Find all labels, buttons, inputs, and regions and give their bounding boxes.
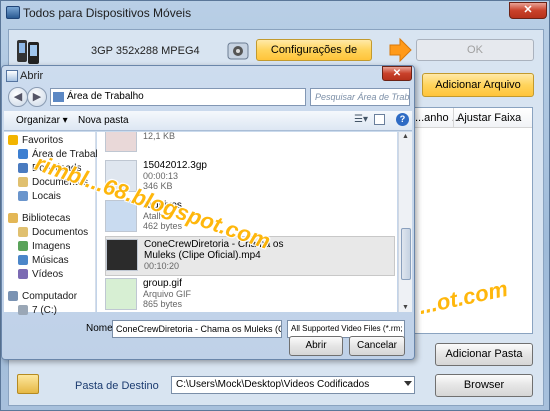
nav-item-label: Computador: [22, 291, 78, 302]
phone-icon: [15, 38, 41, 66]
file-thumbnail-icon: [105, 278, 137, 310]
scroll-up-icon[interactable]: ▲: [402, 133, 409, 140]
nav-item-label: Vídeos: [32, 269, 64, 280]
filename-input[interactable]: ConeCrewDiretoria - Chama os Muleks (Cli…: [112, 320, 282, 338]
videos-icon: [18, 269, 28, 279]
libraries-icon: [8, 213, 18, 223]
file-meta: 12,1 KB: [143, 132, 176, 141]
organize-menu[interactable]: Organizar ▾: [16, 115, 68, 126]
close-button[interactable]: ✕: [509, 2, 547, 19]
ok-button[interactable]: OK: [416, 39, 534, 61]
dialog-toolbar: Organizar ▾ Nova pasta ☰▾ ?: [4, 111, 412, 131]
add-file-button[interactable]: Adicionar Arquivo: [422, 73, 534, 97]
window-title: Todos para Dispositivos Móveis: [23, 6, 192, 20]
dialog-close-button[interactable]: ✕: [382, 66, 412, 81]
scroll-down-icon[interactable]: ▼: [402, 304, 409, 311]
file-meta-2: 865 bytes: [143, 299, 183, 309]
open-button[interactable]: Abrir: [289, 336, 343, 356]
file-item[interactable]: group.gif Arquivo GIF 865 bytes: [105, 276, 395, 312]
computer-icon: [8, 291, 18, 301]
forward-icon[interactable]: ▶: [27, 87, 47, 107]
back-icon[interactable]: ◀: [8, 87, 28, 107]
profile-label: 3GP 352x288 MPEG4: [91, 45, 200, 57]
browse-button[interactable]: Browser: [435, 374, 533, 397]
documents-icon: [18, 177, 28, 187]
column-adjust-range[interactable]: Ajustar Faixa: [457, 112, 521, 124]
music-icon: [18, 255, 28, 265]
output-settings-button[interactable]: Configurações de Saída: [256, 39, 372, 76]
desktop-icon: [18, 149, 28, 159]
file-name: 15042012.3gp: [143, 160, 207, 171]
destination-path-select[interactable]: C:\Users\Mock\Desktop\Videos Codificados: [171, 376, 415, 394]
nav-item-label: 7 (C:): [32, 305, 57, 316]
dialog-title: Abrir: [20, 70, 44, 82]
desktop-icon: [53, 92, 64, 102]
help-icon[interactable]: ?: [396, 113, 409, 126]
downloads-icon: [18, 163, 28, 173]
drive-icon: [18, 305, 28, 315]
file-thumbnail-icon: [106, 239, 138, 271]
destination-path-value: C:\Users\Mock\Desktop\Videos Codificados: [176, 379, 370, 390]
search-input[interactable]: Pesquisar Área de Trabalho: [310, 88, 410, 106]
add-folder-button[interactable]: Adicionar Pasta: [435, 343, 533, 366]
app-icon: [6, 6, 20, 19]
view-options-icon[interactable]: ☰▾: [354, 114, 368, 125]
star-icon: [8, 135, 18, 145]
nav-item-label: Músicas: [32, 255, 69, 266]
places-icon: [18, 191, 28, 201]
nav-item-label: Documentos: [32, 227, 89, 238]
preview-pane-icon[interactable]: [374, 114, 385, 125]
cancel-button[interactable]: Cancelar: [349, 336, 405, 356]
file-thumbnail-icon: [105, 132, 137, 152]
nav-item-label: Locais: [32, 191, 61, 202]
file-name: group.gif: [143, 278, 182, 289]
scrollbar[interactable]: ▲ ▼: [398, 132, 412, 312]
address-bar[interactable]: Área de Trabalho ⟳: [50, 88, 349, 106]
nav-item-label: Imagens: [32, 241, 71, 252]
file-meta: Arquivo GIF: [143, 289, 192, 299]
list-header: ...anho ... Ajustar Faixa: [413, 108, 532, 128]
dialog-icon: [6, 70, 18, 82]
chevron-down-icon[interactable]: [404, 381, 412, 386]
file-item[interactable]: 12,1 KB: [105, 132, 395, 158]
destination-label: Pasta de Destino: [75, 380, 159, 392]
nav-item-label: Bibliotecas: [22, 213, 71, 224]
file-meta: 00:00:13: [143, 171, 179, 181]
scroll-thumb[interactable]: [401, 228, 411, 280]
arrow-right-icon: [388, 37, 412, 63]
nav-item-label: Favoritos: [22, 135, 64, 146]
folder-icon[interactable]: [17, 374, 39, 394]
file-meta: 00:10:20: [144, 261, 180, 271]
column-divider: [453, 108, 454, 128]
new-folder-button[interactable]: Nova pasta: [78, 115, 129, 126]
title-bar: Todos para Dispositivos Móveis ✕: [1, 1, 550, 25]
settings-icon[interactable]: [227, 40, 249, 62]
address-text: Área de Trabalho: [67, 91, 144, 102]
pictures-icon: [18, 241, 28, 251]
documents-icon: [18, 227, 28, 237]
